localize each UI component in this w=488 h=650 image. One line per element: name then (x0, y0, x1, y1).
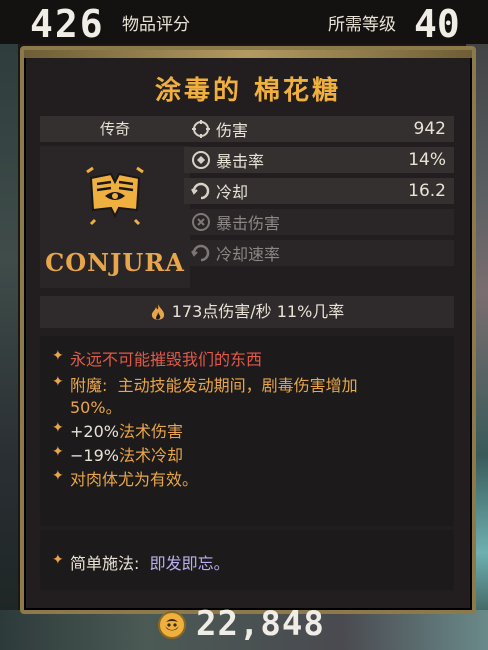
item-score-label: 物品评分 (122, 15, 190, 35)
bonus-value: −19% (70, 446, 119, 465)
stat-row-cooldown-rate: 冷却速率 (184, 240, 454, 266)
stat-row-crit-damage: 暴击伤害 (184, 209, 454, 235)
required-level-value: 40 (414, 2, 460, 46)
manufacturer-brand: CONJURA (45, 248, 185, 277)
casting-value: 即发即忘。 (149, 554, 230, 573)
casting-section: ✦ 简单施法: 即发即忘。 (40, 530, 454, 590)
dps-text: 173点伤害/秒 11%几率 (171, 302, 345, 321)
bonus-text: 法术伤害 (118, 422, 183, 441)
money-icon (158, 611, 186, 639)
card-frame-top (24, 50, 472, 58)
cooldown-rate-icon (191, 244, 210, 262)
bullet-icon: ✦ (52, 444, 64, 460)
dps-bar: 173点伤害/秒 11%几率 (40, 296, 454, 328)
casting-line: 简单施法: 即发即忘。 (70, 550, 230, 574)
stat-value: 14% (408, 150, 446, 170)
bonus-flesh: 对肉体尤为有效。 (70, 470, 199, 489)
stats-list: 伤害 942 暴击率 14% 冷却 16.2 暴击伤害 冷却速率 (184, 116, 454, 271)
enchant-label: 附魔: (70, 376, 108, 395)
item-header: 426 物品评分 所需等级 40 (0, 0, 488, 46)
weapon-portrait: CONJURA (40, 146, 190, 288)
damage-icon (192, 120, 210, 138)
bullet-icon: ✦ (52, 552, 64, 568)
background-left (0, 0, 18, 650)
crit-rate-icon (192, 151, 210, 169)
bonus-value: +20% (70, 422, 119, 441)
bullet-icon: ✦ (52, 348, 64, 364)
cooldown-icon (191, 182, 210, 200)
bonus-spell-damage: +20%法术伤害 (70, 418, 183, 442)
item-card[interactable]: 涂毒的 棉花糖 传奇 CONJURA 伤害 942 暴击率 14% 冷却 16.… (20, 46, 476, 614)
casting-label: 简单施法: (70, 554, 140, 573)
enchant-line: 附魔: 主动技能发动期间，剧毒伤害增加 (70, 372, 358, 396)
enchant-text: 主动技能发动期间，剧毒伤害增加 (117, 376, 358, 395)
item-name: 涂毒的 棉花糖 (154, 76, 342, 106)
stat-label: 冷却速率 (216, 245, 281, 264)
flavor-text: 永远不可能摧毁我们的东西 (70, 350, 263, 369)
bullet-icon: ✦ (52, 468, 64, 484)
stat-label: 伤害 (216, 121, 249, 140)
crit-damage-icon (192, 213, 210, 231)
stat-label: 冷却 (216, 183, 249, 202)
stat-row-cooldown: 冷却 16.2 (184, 178, 454, 204)
bullet-icon: ✦ (52, 420, 64, 436)
stat-label: 暴击伤害 (216, 214, 281, 233)
rarity-label: 传奇 (40, 116, 190, 142)
stat-value: 16.2 (408, 181, 446, 201)
stat-row-crit-rate: 暴击率 14% (184, 147, 454, 173)
bonus-spell-cooldown: −19%法术冷却 (70, 442, 183, 466)
enchant-text-continued: 50%。 (70, 398, 122, 417)
bullet-icon: ✦ (52, 374, 64, 390)
item-score-value: 426 (30, 2, 105, 46)
stat-label: 暴击率 (216, 152, 265, 171)
item-price: 22,848 (196, 604, 325, 644)
spellbook-icon (86, 166, 144, 226)
bonus-text: 法术冷却 (118, 446, 183, 465)
stat-row-damage: 伤害 942 (184, 116, 454, 142)
stat-value: 942 (413, 119, 446, 139)
fire-icon (151, 303, 164, 320)
required-level-label: 所需等级 (328, 15, 396, 35)
item-description: ✦ 永远不可能摧毁我们的东西 ✦ 附魔: 主动技能发动期间，剧毒伤害增加 50%… (40, 336, 454, 526)
